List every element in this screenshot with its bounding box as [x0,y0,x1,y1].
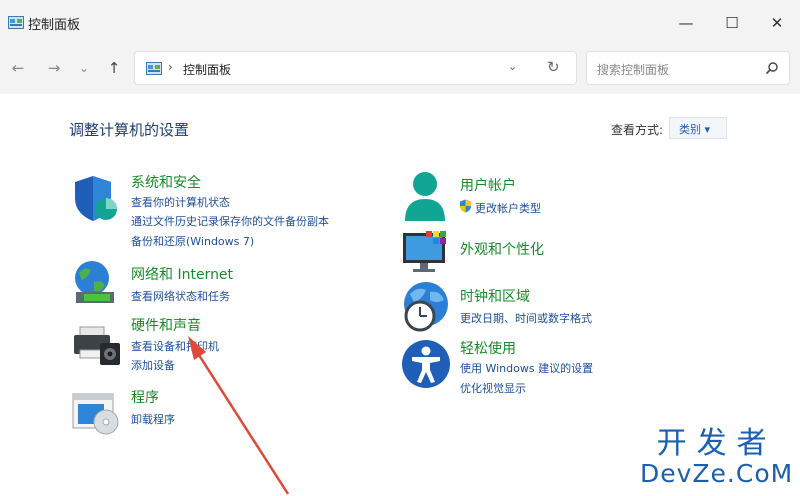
breadcrumb-control-panel[interactable]: 控制面板 [183,61,231,78]
window-title: 控制面板 [28,18,81,33]
search-box[interactable]: 搜索控制面板 [586,51,790,85]
category-appearance[interactable]: 外观和个性化 [460,239,544,259]
link-devices-printers[interactable]: 查看设备和打印机 [131,338,219,354]
watermark-chinese: 开发者 [656,426,777,461]
link-uninstall-program[interactable]: 卸载程序 [131,411,175,427]
forward-button[interactable]: → [42,57,66,79]
link-change-account-type[interactable]: 更改帐户类型 [475,200,541,216]
view-by-dropdown[interactable]: 类别 ▾ [669,117,727,139]
link-add-device[interactable]: 添加设备 [131,357,175,373]
monitor-icon[interactable] [402,230,452,274]
category-system-security[interactable]: 系统和安全 [131,172,201,192]
category-programs[interactable]: 程序 [131,387,159,407]
category-hardware-sound[interactable]: 硬件和声音 [131,315,201,335]
category-user-accounts[interactable]: 用户帐户 [460,175,516,195]
navigation-bar: ← → ⌄ ↑ › 控制面板 ⌄ ↻ 搜索控制面板 [0,44,800,94]
shield-icon[interactable] [72,173,120,223]
page-heading: 调整计算机的设置 [69,121,190,139]
link-recommended-settings[interactable]: 使用 Windows 建议的设置 [460,360,593,376]
recent-locations-button[interactable]: ⌄ [72,57,96,79]
globe-network-icon[interactable] [72,258,122,310]
watermark: 开发者 DevZe.CoM [640,428,793,488]
programs-disc-icon[interactable] [72,392,122,436]
category-network-internet[interactable]: 网络和 Internet [131,264,233,284]
category-clock-region[interactable]: 时钟和区域 [460,286,530,306]
accessibility-icon[interactable] [401,338,451,390]
globe-clock-icon[interactable] [400,280,452,334]
link-network-status[interactable]: 查看网络状态和任务 [131,288,230,304]
control-panel-icon [8,16,24,29]
address-bar[interactable]: › 控制面板 ⌄ ↻ [134,51,577,85]
minimize-button[interactable]: — [666,10,706,36]
refresh-button[interactable]: ↻ [547,58,560,76]
printer-speaker-icon[interactable] [72,325,122,367]
breadcrumb-separator[interactable]: › [168,60,173,74]
close-button[interactable]: ✕ [757,10,797,36]
link-view-computer-status[interactable]: 查看你的计算机状态 [131,194,230,210]
link-backup-restore[interactable]: 备份和还原(Windows 7) [131,233,254,249]
link-optimize-visual-display[interactable]: 优化视觉显示 [460,380,526,396]
search-icon[interactable] [765,61,779,75]
uac-shield-icon [460,199,471,213]
address-dropdown-button[interactable]: ⌄ [508,60,517,73]
link-change-date-time-format[interactable]: 更改日期、时间或数字格式 [460,310,592,326]
view-by-label: 查看方式: [611,123,664,137]
link-file-history-backup[interactable]: 通过文件历史记录保存你的文件备份副本 [131,213,329,229]
category-ease-of-access[interactable]: 轻松使用 [460,338,516,358]
user-icon[interactable] [402,171,448,223]
back-button[interactable]: ← [6,57,30,79]
search-input[interactable]: 搜索控制面板 [597,61,669,78]
title-bar: 控制面板 — ☐ ✕ [0,0,800,44]
up-button[interactable]: ↑ [102,57,126,79]
control-panel-icon [146,62,162,75]
maximize-button[interactable]: ☐ [712,10,752,36]
watermark-domain: DevZe.CoM [640,459,794,488]
